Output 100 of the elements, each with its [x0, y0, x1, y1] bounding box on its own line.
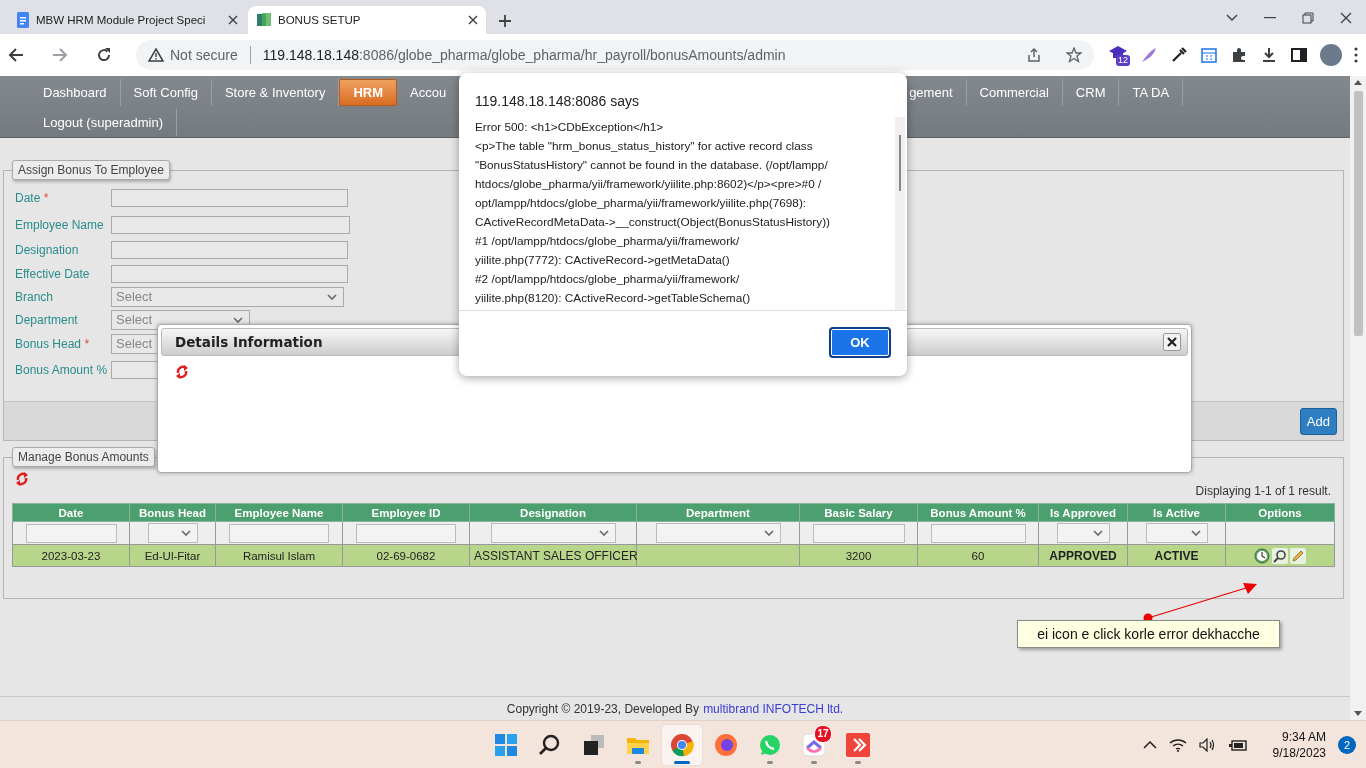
- column-header[interactable]: Employee ID: [342, 503, 470, 522]
- text-field[interactable]: [111, 188, 348, 207]
- column-header[interactable]: Is Active: [1127, 503, 1226, 522]
- close-icon[interactable]: [1340, 12, 1352, 24]
- volume-icon[interactable]: [1198, 737, 1217, 752]
- menu-item[interactable]: CRM: [1062, 79, 1120, 106]
- text-field[interactable]: [111, 264, 348, 283]
- extension-badge: 12: [1116, 55, 1130, 66]
- battery-icon[interactable]: [1228, 737, 1247, 752]
- windows-start-icon[interactable]: [495, 733, 517, 756]
- annotation-note: ei icon e click korle error dekhacche: [1017, 620, 1280, 648]
- refresh-icon[interactable]: [175, 364, 189, 380]
- select-field[interactable]: Select: [111, 286, 344, 307]
- notification-count[interactable]: 2: [1338, 735, 1356, 754]
- browser-tab[interactable]: MBW HRM Module Project Speci: [8, 6, 246, 34]
- error-message: Error 500: <h1>CDbException</h1> <p>The table "hrm_bonus_status_history" for active record class "BonusStatusHistory" cannot be found in the database. (/opt/lampp/ htdocs/globe_pharma/yii/framework/yiilite.php:8602)</p><pre>#0 / opt/lampp/htdocs/globe_pharma/yii/framework/yiilite.php(7698): CActiveRecordMetaData->__construct(Object(BonusStatusHistory)) #1 /opt/lampp/htdocs/globe_pharma/yii/framework/ yiilite.php(7772): CActiveRecord->getMetaData() #2 /opt/lampp/htdocs/globe_pharma/yii/framework/ yiilite.php(8120): CActiveRecord->getTableSchema(): [474, 119, 832, 307]
- site-logo-icon: [256, 12, 272, 28]
- menu-item[interactable]: HRM: [339, 79, 397, 106]
- table-cell: ASSISTANT SALES OFFICER: [469, 544, 637, 567]
- caret-icon: [1190, 530, 1201, 536]
- menu-item[interactable]: gement: [909, 79, 967, 106]
- magnifier-icon[interactable]: [1272, 547, 1288, 564]
- column-header[interactable]: Bonus Head: [129, 503, 216, 522]
- column-header[interactable]: Basic Salary: [799, 503, 918, 522]
- close-icon[interactable]: [468, 15, 478, 25]
- copyright-text: Copyright © 2019-23, Developed By: [506, 701, 700, 716]
- column-header[interactable]: Department: [636, 503, 800, 522]
- filter-select[interactable]: [147, 523, 198, 543]
- chevron-up-icon[interactable]: [1142, 740, 1157, 749]
- close-icon: [1167, 337, 1177, 347]
- taskbar-app[interactable]: 17: [794, 724, 834, 765]
- dialog-title: 119.148.18.148:8086 says: [474, 92, 640, 111]
- fox-browser-icon[interactable]: [714, 732, 738, 757]
- close-icon[interactable]: [228, 15, 238, 25]
- column-header[interactable]: Is Approved: [1038, 503, 1128, 522]
- message-scrollbar[interactable]: [895, 117, 905, 310]
- refresh-icon[interactable]: [15, 471, 29, 487]
- modal-title: Details Information: [175, 334, 323, 350]
- browser-icon[interactable]: [670, 732, 694, 757]
- column-header[interactable]: Options: [1225, 503, 1335, 522]
- caret-icon: [598, 530, 609, 536]
- menu-item[interactable]: Commercial: [966, 79, 1063, 106]
- developer-link[interactable]: multibrand INFOTECH ltd.: [703, 701, 844, 716]
- remote-desk-icon[interactable]: [846, 732, 870, 757]
- chevron-down-icon[interactable]: [1226, 14, 1238, 22]
- date-text: 9/18/2023: [1272, 744, 1326, 761]
- column-header[interactable]: Bonus Amount %: [917, 503, 1039, 522]
- task-view-icon[interactable]: [583, 733, 605, 756]
- filter-field[interactable]: [25, 523, 117, 543]
- notification-badge: 17: [814, 724, 832, 743]
- section-legend: Assign Bonus To Employee: [12, 160, 170, 180]
- puzzle-icon[interactable]: [1230, 46, 1248, 64]
- minimize-icon[interactable]: [1264, 17, 1276, 19]
- caret-icon: [763, 530, 774, 536]
- column-header[interactable]: Date: [12, 503, 130, 522]
- menu-item[interactable]: Accou: [397, 79, 447, 106]
- field-label: Branch: [15, 289, 55, 304]
- star-icon[interactable]: [1066, 47, 1082, 63]
- filter-field[interactable]: [812, 523, 905, 543]
- menu-item[interactable]: Logout (superadmin): [30, 109, 177, 136]
- filter-field[interactable]: [229, 523, 329, 543]
- filter-field[interactable]: [356, 523, 456, 543]
- menu-icon[interactable]: [1354, 47, 1358, 63]
- clock-icon[interactable]: [1254, 547, 1270, 564]
- column-header[interactable]: Designation: [469, 503, 637, 522]
- caret-icon: [327, 293, 337, 300]
- menu-item[interactable]: TA DA: [1119, 79, 1184, 106]
- menu-item[interactable]: Soft Config: [120, 79, 212, 106]
- field-label: Bonus Amount %: [15, 362, 109, 377]
- download-icon[interactable]: [1260, 46, 1278, 64]
- ok-button[interactable]: OK: [829, 327, 891, 358]
- restore-icon[interactable]: [1302, 12, 1314, 24]
- text-field[interactable]: [111, 241, 348, 259]
- document-icon: [16, 12, 30, 28]
- add-button[interactable]: Add: [1299, 407, 1337, 435]
- new-tab-icon[interactable]: [498, 14, 512, 28]
- text-field[interactable]: [111, 215, 350, 234]
- scrollbar-thumb[interactable]: [1353, 91, 1363, 336]
- browser-tab[interactable]: BONUS SETUP: [248, 6, 486, 34]
- wifi-icon[interactable]: [1168, 737, 1187, 752]
- profile-avatar[interactable]: [1320, 44, 1342, 66]
- close-button[interactable]: [1163, 333, 1181, 351]
- clock[interactable]: 9:34 AM 9/18/2023: [1272, 728, 1326, 761]
- sidebar-icon[interactable]: [1290, 46, 1308, 64]
- back-icon[interactable]: [8, 47, 24, 63]
- column-header[interactable]: Employee Name: [215, 503, 343, 522]
- calendar-icon[interactable]: [1200, 46, 1218, 64]
- reload-icon[interactable]: [96, 47, 112, 63]
- feather-icon[interactable]: [1140, 46, 1158, 64]
- eyedropper-icon[interactable]: [1170, 46, 1188, 64]
- security-label: Not secure: [170, 47, 238, 63]
- share-icon[interactable]: [1026, 47, 1042, 63]
- menu-item[interactable]: Dashboard: [30, 79, 121, 106]
- forward-icon[interactable]: [52, 47, 68, 63]
- address-bar[interactable]: Not secure 119.148.18.148:8086/globe_pharma/globe_pharma/hr_payroll/bonusAmounts/admin: [136, 40, 1094, 70]
- filter-field[interactable]: [930, 523, 1026, 543]
- field-label: Employee Name: [15, 217, 105, 232]
- caret-icon: [180, 530, 191, 536]
- search-icon[interactable]: [539, 733, 561, 756]
- scroll-up-icon: [1354, 80, 1362, 85]
